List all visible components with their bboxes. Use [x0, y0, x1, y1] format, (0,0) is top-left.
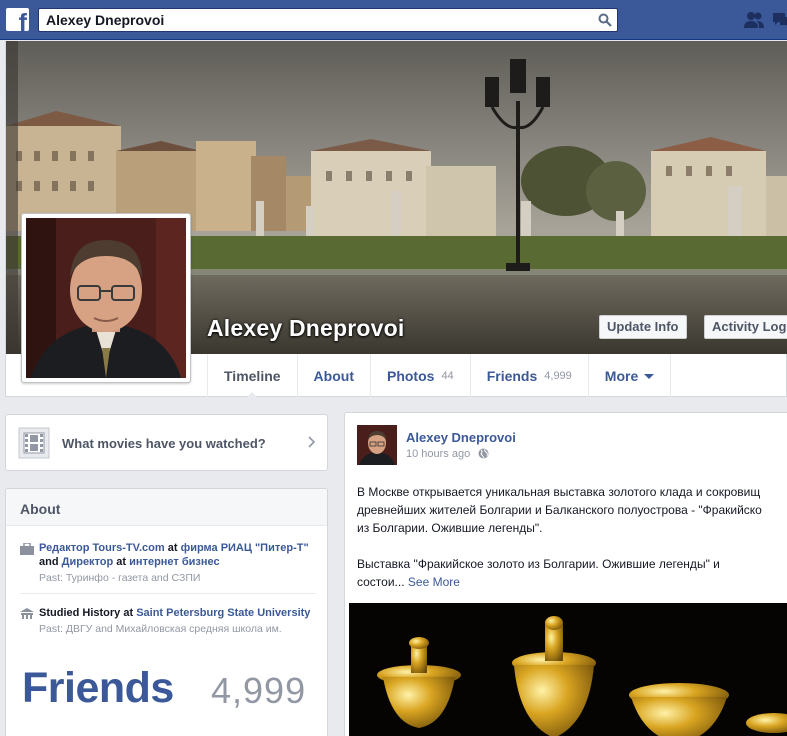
divider — [20, 593, 316, 594]
post-body: В Москве открывается уникальная выставка… — [357, 485, 762, 589]
profile-name[interactable]: Alexey Dneprovoi — [207, 315, 405, 342]
top-bar: f — [0, 0, 787, 40]
briefcase-icon — [20, 543, 34, 555]
tab-about[interactable]: About — [296, 354, 370, 397]
caret-down-icon — [644, 374, 655, 379]
tab-friends[interactable]: Friends 4,999 — [469, 354, 588, 397]
profile-picture[interactable] — [21, 213, 191, 383]
employer-link[interactable]: фирма РИАЦ "Питер-Т" — [181, 542, 309, 554]
globe-icon[interactable] — [478, 448, 489, 459]
timeline-post: Alexey Dneprovoi 10 hours ago В Москве о… — [344, 412, 787, 736]
post-photo[interactable] — [349, 603, 787, 736]
movies-prompt-text: What movies have you watched? — [62, 436, 266, 451]
post-timestamp[interactable]: 10 hours ago — [406, 448, 470, 460]
education-item: Studied History at Saint Petersburg Stat… — [20, 606, 320, 635]
profile-tabs: Timeline About Photos 44 Friends 4,999 Mor… — [207, 354, 672, 398]
about-title[interactable]: About — [6, 489, 327, 526]
post-author-name[interactable]: Alexey Dneprovoi — [406, 430, 516, 445]
see-more-link[interactable]: See More — [408, 575, 460, 589]
school-icon — [20, 608, 34, 619]
employer-2-link[interactable]: интернет бизнес — [129, 556, 219, 568]
messages-icon[interactable] — [772, 11, 787, 29]
update-info-button[interactable]: Update Info — [599, 315, 687, 339]
chevron-right-icon — [308, 436, 316, 448]
avatar — [26, 218, 186, 378]
profile-header: Alexey Dneprovoi Update Info Activity Lo… — [5, 41, 787, 398]
work-past: Past: Туринфо - газета and СЗПИ — [39, 572, 201, 584]
photos-count: 44 — [441, 369, 454, 382]
work-item: Редактор Tours-TV.com at фирма РИАЦ "Пит… — [20, 541, 320, 584]
friend-requests-icon[interactable] — [743, 11, 765, 29]
tab-photos[interactable]: Photos 44 — [369, 354, 470, 397]
film-icon — [18, 427, 50, 459]
movies-prompt-card[interactable]: What movies have you watched? — [5, 414, 328, 471]
friends-section-count: 4,999 — [211, 670, 307, 711]
friends-section-title[interactable]: Friends — [22, 664, 174, 713]
facebook-logo-icon[interactable]: f — [6, 8, 29, 31]
education-past: Past: ДВГУ and Михайловская средняя школ… — [39, 623, 282, 635]
about-card: About Редактор Tours-TV.com at фирма РИА… — [5, 488, 328, 736]
tab-timeline[interactable]: Timeline — [207, 354, 297, 398]
search-icon[interactable] — [598, 13, 612, 27]
friends-count: 4,999 — [544, 369, 572, 382]
tab-more[interactable]: More — [587, 354, 672, 397]
search-box[interactable] — [38, 8, 618, 32]
post-author-avatar[interactable] — [357, 425, 397, 465]
school-link[interactable]: Saint Petersburg State University — [136, 607, 310, 619]
job-title-2-link[interactable]: Директор — [62, 556, 114, 568]
activity-log-button[interactable]: Activity Log — [704, 315, 787, 339]
search-input[interactable] — [39, 9, 579, 31]
job-title-link[interactable]: Редактор Tours-TV.com — [39, 542, 165, 554]
